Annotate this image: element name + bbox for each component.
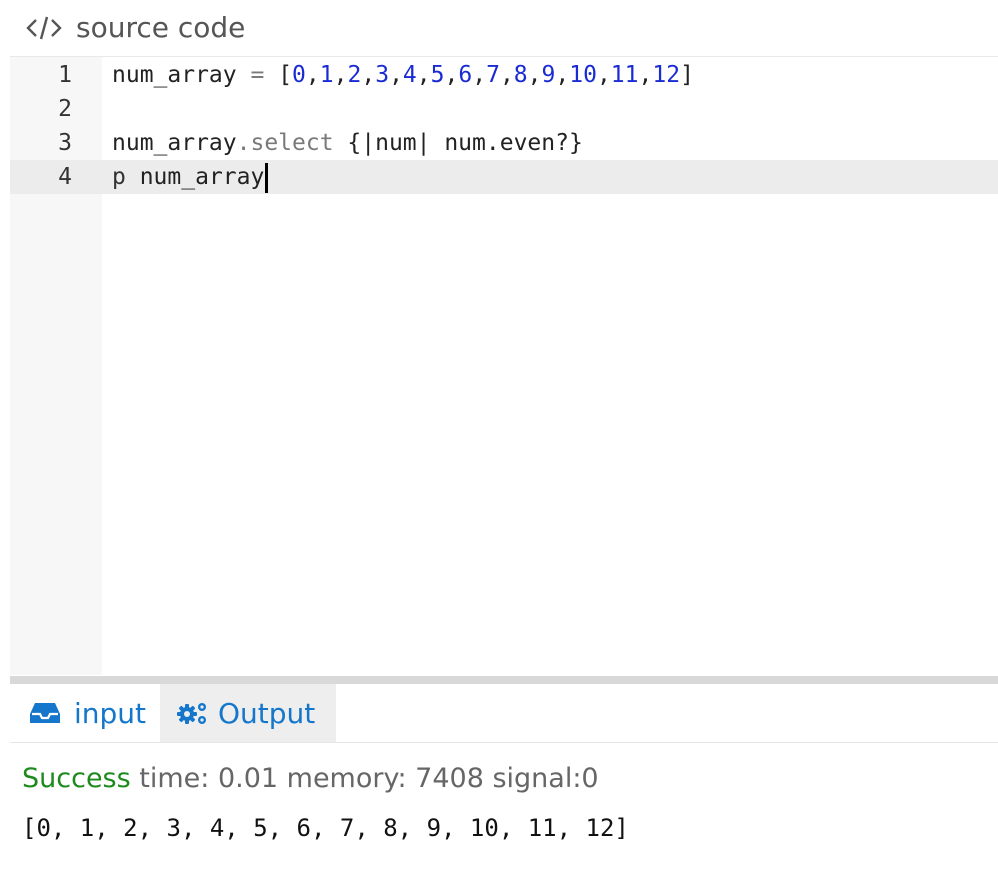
code-token: [ xyxy=(264,62,293,88)
run-status: Success time: 0.01 memory: 7408 signal:0 xyxy=(22,760,599,798)
code-token: 1 xyxy=(319,62,334,88)
line-number: 1 xyxy=(58,62,72,88)
code-icon xyxy=(26,16,62,40)
code-token: 3 xyxy=(375,62,390,88)
program-output: [0, 1, 2, 3, 4, 5, 6, 7, 8, 9, 10, 11, 1… xyxy=(22,814,629,842)
code-text: p num_array xyxy=(112,160,269,194)
tab-output[interactable]: Output xyxy=(160,684,336,742)
code-token: , xyxy=(499,62,514,88)
status-details: time: 0.01 memory: 7408 signal:0 xyxy=(130,763,599,794)
code-token: 12 xyxy=(652,62,681,88)
inbox-icon xyxy=(30,703,60,723)
gears-icon xyxy=(177,703,206,724)
code-token: 2 xyxy=(347,62,362,88)
panel-resize-handle[interactable] xyxy=(10,676,998,684)
code-token: 6 xyxy=(458,62,473,88)
code-token: 7 xyxy=(486,62,500,88)
code-token: , xyxy=(333,62,348,88)
tab-input-label: input xyxy=(74,696,147,730)
code-token: p xyxy=(112,164,126,190)
code-editor[interactable]: 1 num_array = [0,1,2,3,4,5,6,7,8,9,10,11,… xyxy=(10,57,998,675)
code-token: , xyxy=(638,62,653,88)
code-token: 5 xyxy=(430,62,445,88)
code-token: 11 xyxy=(610,62,639,88)
code-token: , xyxy=(596,62,611,88)
code-text: num_array.select {|num| num.even?} xyxy=(112,126,583,160)
code-token: = xyxy=(250,62,265,88)
code-token: .select xyxy=(236,130,334,156)
code-token: 4 xyxy=(402,62,417,88)
tab-input[interactable]: input xyxy=(10,684,158,742)
code-token: , xyxy=(555,62,570,88)
code-token: 9 xyxy=(541,62,556,88)
line-number: 3 xyxy=(58,130,72,156)
code-token: {|num| num.even?} xyxy=(333,130,583,156)
code-token: num_array xyxy=(112,130,237,156)
code-token: , xyxy=(389,62,403,88)
code-line[interactable]: 1 num_array = [0,1,2,3,4,5,6,7,8,9,10,11,… xyxy=(10,58,998,92)
code-token: , xyxy=(305,62,320,88)
io-tabs: input Output xyxy=(10,684,998,743)
code-token: , xyxy=(416,62,431,88)
source-code-header: source code xyxy=(10,0,998,57)
status-success: Success xyxy=(22,763,131,794)
text-cursor xyxy=(265,162,269,193)
ide-panel: source code 1 num_array = [0,1,2,3,4,5,6,… xyxy=(10,0,998,872)
header-title: source code xyxy=(76,11,246,44)
code-token: , xyxy=(361,62,376,88)
code-token: , xyxy=(444,62,459,88)
code-token: num_array xyxy=(125,164,265,190)
code-text: num_array = [0,1,2,3,4,5,6,7,8,9,10,11,1… xyxy=(112,58,694,92)
line-number: 4 xyxy=(58,164,72,190)
code-line[interactable]: 4 p num_array xyxy=(10,160,998,194)
code-token: , xyxy=(472,62,487,88)
code-token: ] xyxy=(680,62,694,88)
code-token: , xyxy=(527,62,542,88)
code-line[interactable]: 2 xyxy=(10,92,998,126)
code-line[interactable]: 3 num_array.select {|num| num.even?} xyxy=(10,126,998,160)
code-token: 10 xyxy=(569,62,597,88)
code-token: 0 xyxy=(292,62,306,88)
code-token: 8 xyxy=(513,62,528,88)
line-number: 2 xyxy=(58,96,72,122)
tab-output-label: Output xyxy=(218,696,316,730)
code-token: num_array xyxy=(112,62,251,88)
